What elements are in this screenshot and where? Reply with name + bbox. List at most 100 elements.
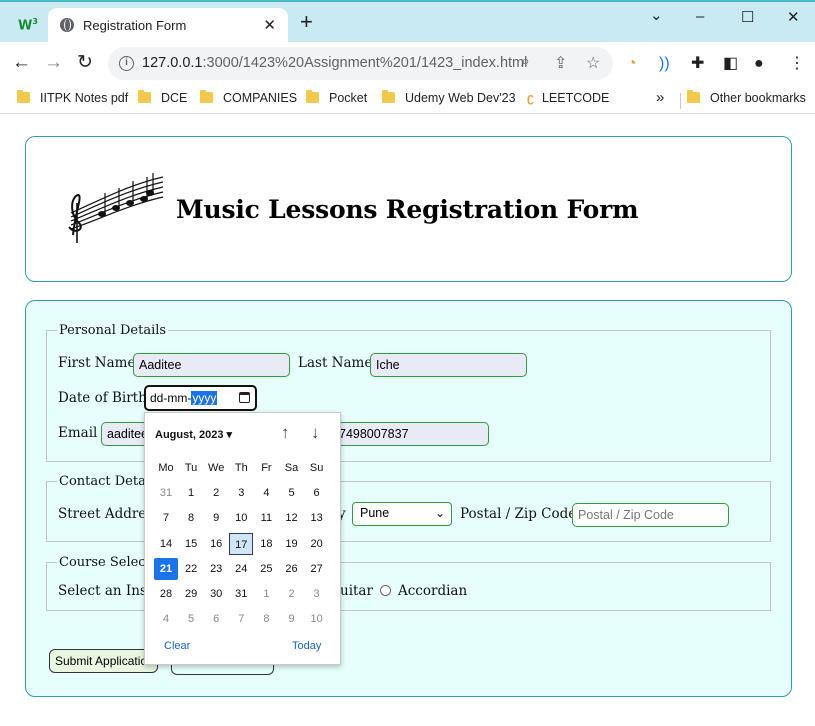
calendar-day[interactable]: 2 — [204, 482, 228, 504]
music-notes-logo — [68, 173, 164, 243]
calendar-day[interactable]: 2 — [280, 583, 304, 605]
city-select[interactable]: Pune ⌄ — [352, 502, 452, 526]
calendar-day[interactable]: 4 — [254, 482, 278, 504]
calendar-day[interactable]: 5 — [280, 482, 304, 504]
extension-audio-icon[interactable]: )) — [659, 55, 670, 73]
accordian-radio[interactable] — [380, 585, 391, 596]
weekday-header: Sa — [284, 462, 299, 474]
weekday-header: Su — [309, 462, 324, 474]
dob-date-input[interactable]: dd-mm-yyyy — [144, 385, 257, 411]
calendar-day[interactable]: 1 — [254, 583, 278, 605]
bookmarks-overflow-button[interactable]: » — [656, 89, 664, 107]
calendar-day[interactable]: 7 — [154, 507, 178, 529]
url-text[interactable]: 127.0.0.1:3000/1423%20Assignment%201/142… — [142, 55, 527, 71]
profile-avatar[interactable]: ● — [754, 55, 764, 73]
calendar-day[interactable]: 21 — [154, 557, 178, 580]
calendar-day[interactable]: 10 — [229, 507, 253, 529]
calendar-day[interactable]: 7 — [229, 608, 253, 630]
calendar-day[interactable]: 10 — [305, 608, 329, 630]
previous-month-icon[interactable]: ↑ — [281, 423, 290, 443]
calendar-day[interactable]: 9 — [204, 507, 228, 529]
reload-icon[interactable]: ↻ — [77, 52, 93, 74]
phone-input[interactable]: 7498007837 — [326, 422, 489, 446]
contact-details-legend: Contact Detail — [59, 474, 155, 489]
calendar-day[interactable]: 11 — [254, 507, 278, 529]
folder-icon — [200, 90, 213, 103]
calendar-day[interactable]: 17 — [229, 532, 254, 555]
close-window-button[interactable]: ✕ — [787, 8, 800, 26]
bookmark-folder[interactable]: Pocket — [306, 90, 367, 109]
calendar-day[interactable]: 6 — [305, 482, 329, 504]
calendar-day[interactable]: 1 — [179, 482, 203, 504]
first-name-input[interactable]: Aaditee — [133, 353, 290, 377]
submit-button[interactable]: Submit Applicatio — [49, 649, 158, 673]
today-button[interactable]: Today — [292, 640, 321, 652]
calendar-day[interactable]: 5 — [179, 608, 203, 630]
calendar-day[interactable]: 13 — [305, 507, 329, 529]
calendar-day[interactable]: 31 — [154, 482, 178, 504]
side-panel-icon[interactable]: ◧ — [723, 55, 738, 73]
menu-kebab-icon[interactable]: ⋮ — [789, 55, 805, 73]
address-bar[interactable]: i 127.0.0.1:3000/1423%20Assignment%201/1… — [108, 47, 613, 80]
close-tab-icon[interactable]: ✕ — [263, 16, 276, 34]
back-icon[interactable]: ← — [12, 52, 31, 74]
share-icon[interactable]: ⇪ — [554, 53, 567, 73]
course-selection-legend: Course Selecti — [59, 555, 155, 570]
calendar-day[interactable]: 16 — [204, 533, 228, 555]
calendar-day[interactable]: 3 — [305, 583, 329, 605]
maximize-button[interactable]: ☐ — [741, 8, 754, 26]
bookmark-folder[interactable]: DCE — [138, 90, 187, 109]
site-info-icon[interactable]: i — [119, 56, 134, 71]
bookmark-folder[interactable]: COMPANIES — [200, 90, 297, 109]
calendar-day[interactable]: 24 — [229, 558, 253, 580]
forward-icon[interactable]: → — [44, 52, 63, 74]
calendar-day[interactable]: 6 — [204, 608, 228, 630]
calendar-day[interactable]: 31 — [229, 583, 253, 605]
calendar-icon[interactable] — [239, 392, 250, 403]
calendar-day[interactable]: 27 — [305, 558, 329, 580]
calendar-day[interactable]: 8 — [254, 608, 278, 630]
new-tab-button[interactable]: + — [300, 11, 313, 33]
minimize-button[interactable]: – — [696, 8, 704, 25]
folder-icon — [138, 90, 151, 103]
calendar-day[interactable]: 26 — [280, 558, 304, 580]
calendar-day[interactable]: 19 — [280, 533, 304, 555]
calendar-day[interactable]: 28 — [154, 583, 178, 605]
calendar-day[interactable]: 3 — [229, 482, 253, 504]
bookmark-folder[interactable]: Udemy Web Dev'23 — [382, 90, 516, 109]
bookmark-folder[interactable]: IITPK Notes pdf — [17, 90, 128, 109]
calendar-day[interactable]: 29 — [179, 583, 203, 605]
month-year-dropdown[interactable]: August, 2023 ▾ — [155, 428, 232, 441]
extensions-puzzle-icon[interactable]: ✚ — [691, 55, 704, 73]
chevron-down-icon[interactable]: ⌄ — [650, 6, 663, 24]
calendar-day[interactable]: 30 — [204, 583, 228, 605]
calendar-day[interactable]: 23 — [204, 558, 228, 580]
bookmarks-bar: IITPK Notes pdf DCE COMPANIES Pocket Ude… — [0, 86, 815, 114]
next-month-icon[interactable]: ↓ — [311, 423, 320, 443]
tab-title: Registration Form — [83, 18, 187, 33]
calendar-day[interactable]: 8 — [179, 507, 203, 529]
dob-year-segment[interactable]: yyyy — [191, 391, 218, 405]
bookmark-leetcode[interactable]: ʗ LEETCODE — [527, 91, 609, 109]
calendar-day[interactable]: 9 — [280, 608, 304, 630]
browser-tab[interactable]: Registration Form ✕ — [48, 8, 288, 42]
weekday-header: Fr — [261, 462, 272, 474]
bookmark-star-icon[interactable]: ☆ — [586, 53, 600, 73]
clear-date-button[interactable]: Clear — [164, 640, 190, 652]
calendar-day[interactable]: 18 — [254, 533, 278, 555]
calendar-day[interactable]: 22 — [179, 558, 203, 580]
registration-form: Personal Details First Name Aaditee Last… — [25, 300, 792, 697]
extension-timer-icon[interactable]: ◔ — [627, 55, 637, 73]
last-name-input[interactable]: Iche — [370, 353, 527, 377]
w3-app-icon[interactable]: W3 — [18, 15, 38, 33]
calendar-day[interactable]: 25 — [254, 558, 278, 580]
weekday-header: Mo — [158, 462, 174, 474]
postal-code-input[interactable]: Postal / Zip Code — [572, 503, 729, 527]
other-bookmarks-folder[interactable]: Other bookmarks — [687, 90, 806, 109]
calendar-day[interactable]: 12 — [280, 507, 304, 529]
calendar-day[interactable]: 4 — [154, 608, 178, 630]
calendar-day[interactable]: 14 — [154, 533, 178, 555]
calendar-day[interactable]: 15 — [179, 533, 203, 555]
calendar-day[interactable]: 20 — [305, 533, 329, 555]
zoom-icon[interactable]: ⌕ — [521, 53, 530, 71]
